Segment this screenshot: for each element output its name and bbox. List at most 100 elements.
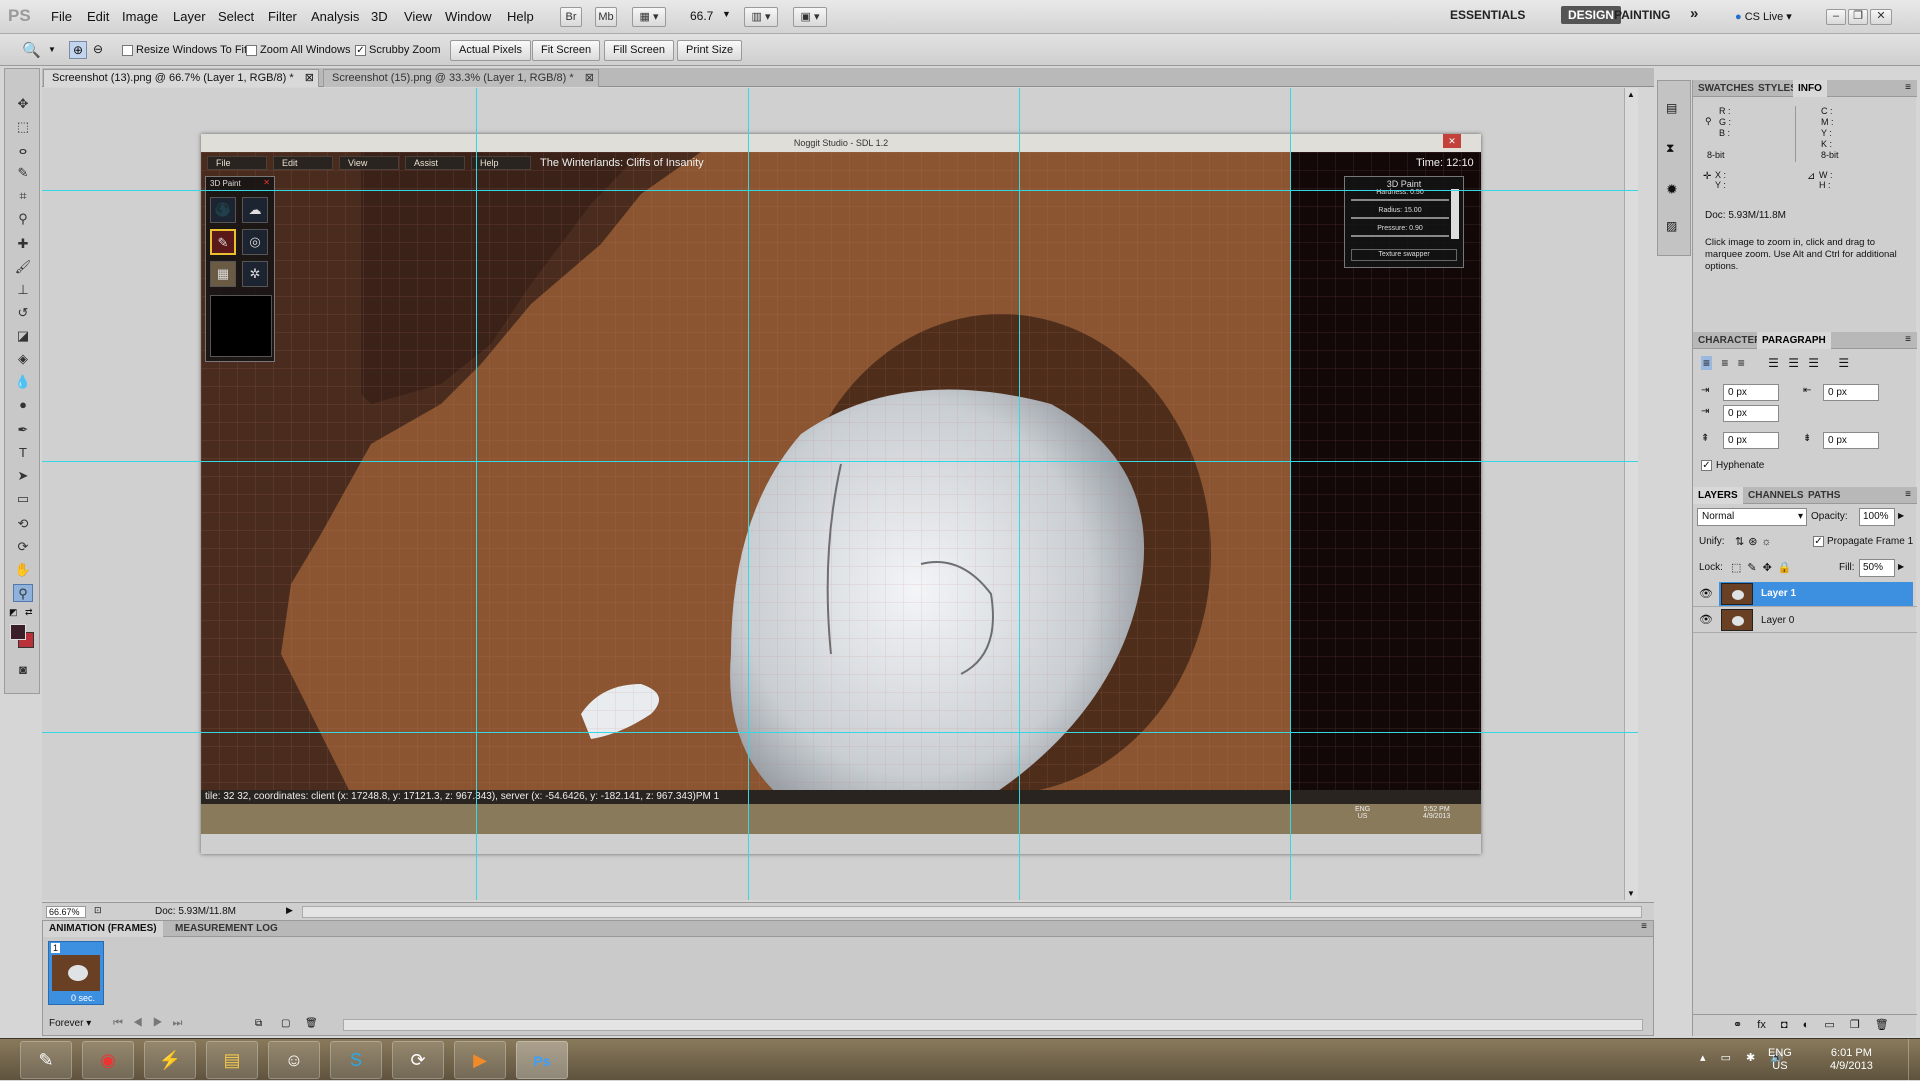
link-layers-icon[interactable]: ⚭ xyxy=(1733,1019,1742,1031)
holes-tool-icon[interactable]: ◎ xyxy=(242,229,268,255)
tab-screenshot-13[interactable]: Screenshot (13).png @ 66.7% (Layer 1, RG… xyxy=(43,69,319,87)
eyedropper-tool-icon[interactable]: ⚲ xyxy=(13,210,33,228)
horizontal-scrollbar[interactable] xyxy=(302,906,1642,918)
lasso-tool-icon[interactable]: ⴰ xyxy=(13,141,33,159)
indent-left-field[interactable]: 0 px xyxy=(1723,384,1779,401)
zoom-level[interactable]: 66.7 xyxy=(690,9,713,23)
tab-info[interactable]: INFO xyxy=(1793,80,1827,97)
marquee-tool-icon[interactable]: ⬚ xyxy=(13,118,33,136)
fill-screen-button[interactable]: Fill Screen xyxy=(604,40,674,61)
propagate-frame-checkbox[interactable]: ✓ Propagate Frame 1 xyxy=(1813,536,1913,547)
menu-filter[interactable]: Filter xyxy=(268,9,297,24)
new-layer-icon[interactable]: ❐ xyxy=(1850,1019,1860,1031)
clone-stamp-tool-icon[interactable]: ⊥ xyxy=(13,281,33,299)
opacity-slider-icon[interactable]: ▶ xyxy=(1898,511,1904,520)
scrubby-zoom-checkbox[interactable]: ✓ Scrubby Zoom xyxy=(355,44,441,56)
guide-horizontal[interactable] xyxy=(42,732,1638,733)
visibility-eye-icon[interactable]: 👁 xyxy=(1699,613,1713,626)
menu-view[interactable]: View xyxy=(404,9,432,24)
texture-swapper-button[interactable]: Texture swapper xyxy=(1351,249,1457,261)
taskbar-app-media[interactable]: ▶ xyxy=(454,1041,506,1079)
game-menu-view[interactable]: View xyxy=(339,156,399,170)
crop-tool-icon[interactable]: ⌗ xyxy=(13,187,33,205)
resize-windows-checkbox[interactable]: Resize Windows To Fit xyxy=(122,44,247,56)
align-left-icon[interactable]: ≡ xyxy=(1701,356,1713,370)
panel-menu-icon[interactable]: ≡ xyxy=(1905,489,1911,500)
radius-slider[interactable] xyxy=(1351,217,1449,219)
quick-select-tool-icon[interactable]: ✎ xyxy=(13,164,33,182)
tab-animation-frames[interactable]: ANIMATION (FRAMES) xyxy=(43,921,163,937)
taskbar-app-chrome[interactable]: ◉ xyxy=(82,1041,134,1079)
palette-close-icon[interactable]: ✕ xyxy=(263,178,270,187)
taskbar-app-utility[interactable]: ⚡ xyxy=(144,1041,196,1079)
panel-menu-icon[interactable]: ≡ xyxy=(1641,921,1647,932)
frame-delay[interactable]: 0 sec. xyxy=(71,993,95,1003)
tab-channels[interactable]: CHANNELS xyxy=(1743,487,1809,504)
indent-right-field[interactable]: 0 px xyxy=(1823,384,1879,401)
close-tab-icon[interactable]: ⊠ xyxy=(305,70,314,87)
scroll-down-icon[interactable]: ▼ xyxy=(1627,889,1635,898)
menu-help[interactable]: Help xyxy=(507,9,534,24)
hand-tool-icon[interactable]: ✋ xyxy=(13,561,33,579)
type-tool-icon[interactable]: T xyxy=(13,444,33,462)
taskbar-app-skype[interactable]: S xyxy=(330,1041,382,1079)
screen-mode-button[interactable]: ▣ ▾ xyxy=(793,7,827,27)
status-info-icon[interactable]: ⊡ xyxy=(94,905,102,916)
paint-tool-icon[interactable]: ✎ xyxy=(210,229,236,255)
raise-tool-icon[interactable]: 🌑 xyxy=(210,197,236,223)
align-center-icon[interactable]: ≡ xyxy=(1721,356,1728,370)
menu-layer[interactable]: Layer xyxy=(173,9,206,24)
menu-edit[interactable]: Edit xyxy=(87,9,109,24)
dodge-tool-icon[interactable]: ● xyxy=(13,396,33,414)
menu-window[interactable]: Window xyxy=(445,9,491,24)
3d-orbit-tool-icon[interactable]: ⟳ xyxy=(13,538,33,556)
flatten-tool-icon[interactable]: ☁ xyxy=(242,197,268,223)
input-language[interactable]: ENG US xyxy=(1768,1047,1792,1073)
layer-name[interactable]: Layer 1 xyxy=(1761,588,1796,599)
brush-tool-icon[interactable]: 🖌 xyxy=(13,258,33,276)
space-before-field[interactable]: 0 px xyxy=(1723,432,1779,449)
guide-vertical[interactable] xyxy=(1019,88,1020,900)
guide-vertical[interactable] xyxy=(476,88,477,900)
tab-layers[interactable]: LAYERS xyxy=(1693,487,1743,504)
tween-icon[interactable]: ⧉ xyxy=(255,1018,262,1029)
tab-screenshot-15[interactable]: Screenshot (15).png @ 33.3% (Layer 1, RG… xyxy=(323,69,599,87)
zoom-all-checkbox[interactable]: Zoom All Windows xyxy=(246,44,350,56)
hardness-slider[interactable] xyxy=(1351,199,1449,201)
fill-slider-icon[interactable]: ▶ xyxy=(1898,562,1904,571)
menu-image[interactable]: Image xyxy=(122,9,158,24)
fit-screen-button[interactable]: Fit Screen xyxy=(532,40,601,61)
chevron-down-icon[interactable]: ▼ xyxy=(722,9,731,19)
menu-3d[interactable]: 3D xyxy=(371,9,388,24)
bridge-button[interactable]: Br xyxy=(560,7,582,27)
guide-horizontal[interactable] xyxy=(42,190,1638,191)
swap-colors-icon[interactable]: ⇄ xyxy=(25,607,33,618)
indent-first-line-field[interactable]: 0 px xyxy=(1723,405,1779,422)
lock-icons[interactable]: ⬚✎✥🔒 xyxy=(1731,561,1798,574)
zoom-percent-field[interactable]: 66.67% xyxy=(46,906,86,918)
game-menu-help[interactable]: Help xyxy=(471,156,531,170)
default-colors-icon[interactable]: ◩ xyxy=(9,607,18,618)
tab-paragraph[interactable]: PARAGRAPH xyxy=(1757,332,1831,349)
loop-select[interactable]: Forever ▾ xyxy=(49,1018,91,1029)
adjustment-layer-icon[interactable]: ◐ xyxy=(1803,1019,1810,1031)
workspace-design[interactable]: DESIGN xyxy=(1561,6,1622,24)
layer-row-0[interactable]: 👁 Layer 0 xyxy=(1693,607,1917,633)
blur-tool-icon[interactable]: 💧 xyxy=(13,373,33,391)
tab-character[interactable]: CHARACTER xyxy=(1693,332,1766,349)
vertical-scrollbar[interactable]: ▲ ▼ xyxy=(1624,88,1638,900)
panel-menu-icon[interactable]: ≡ xyxy=(1905,334,1911,345)
restore-button[interactable]: ❐ xyxy=(1848,9,1868,25)
delete-layer-icon[interactable]: 🗑 xyxy=(1875,1019,1889,1031)
mini-bridge-icon[interactable]: ▤ xyxy=(1666,101,1677,115)
close-button[interactable]: ✕ xyxy=(1870,9,1892,25)
zoom-tool-icon[interactable]: ⚲ xyxy=(13,584,33,602)
new-group-icon[interactable]: ▭ xyxy=(1824,1019,1834,1031)
layer-row-1[interactable]: 👁 Layer 1 xyxy=(1693,581,1917,607)
system-clock[interactable]: 6:01 PM 4/9/2013 xyxy=(1830,1047,1873,1073)
area-tool-icon[interactable]: ✲ xyxy=(242,261,268,287)
more-workspaces-icon[interactable]: » xyxy=(1690,5,1698,22)
menu-analysis[interactable]: Analysis xyxy=(311,9,359,24)
tab-measurement-log[interactable]: MEASUREMENT LOG xyxy=(169,921,284,937)
panel-menu-icon[interactable]: ≡ xyxy=(1905,82,1911,93)
